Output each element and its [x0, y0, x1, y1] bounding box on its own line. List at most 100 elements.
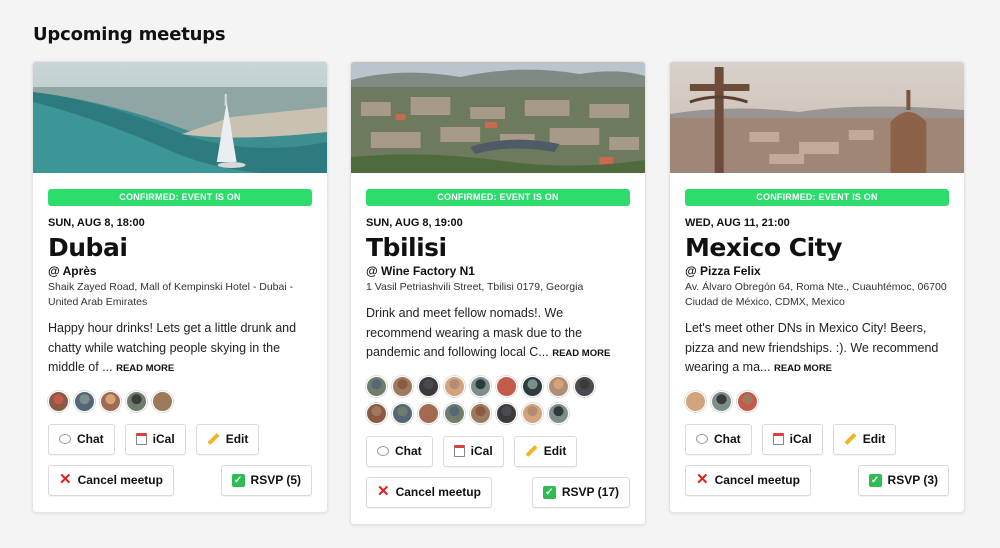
attendee-avatar[interactable]	[574, 375, 595, 397]
read-more-link[interactable]: READ MORE	[552, 348, 610, 359]
chat-button[interactable]: Chat	[366, 435, 433, 467]
venue-address: Shaik Zayed Road, Mall of Kempinski Hote…	[48, 281, 294, 308]
edit-label: Edit	[543, 444, 567, 458]
attendee-avatar[interactable]	[496, 375, 517, 397]
attendee-avatar[interactable]	[522, 375, 543, 397]
read-more-link[interactable]: READ MORE	[774, 363, 832, 374]
attendee-avatar[interactable]	[522, 402, 543, 424]
attendee-avatar[interactable]	[444, 402, 465, 424]
rsvp-button[interactable]: ✓ RSVP (3)	[857, 464, 949, 496]
ical-button[interactable]: iCal	[442, 435, 504, 467]
chat-label: Chat	[714, 432, 741, 446]
pencil-icon	[207, 432, 220, 446]
rsvp-button[interactable]: ✓ RSVP (17)	[531, 476, 630, 508]
rsvp-label: RSVP (5)	[250, 473, 301, 487]
attendee-avatar[interactable]	[470, 402, 491, 424]
edit-label: Edit	[862, 432, 886, 446]
city-name: Mexico City	[685, 233, 842, 262]
calendar-icon	[772, 433, 784, 445]
meetup-card-tbilisi: CONFIRMED: EVENT IS ON SUN, AUG 8, 19:00…	[350, 61, 646, 525]
pencil-icon	[525, 444, 538, 458]
page-title: Upcoming meetups	[33, 24, 226, 45]
cancel-label: Cancel meetup	[77, 473, 163, 487]
attendee-avatar[interactable]	[548, 375, 569, 397]
rsvp-label: RSVP (17)	[561, 485, 619, 499]
venue-address: 1 Vasil Petriashvili Street, Tbilisi 017…	[366, 281, 584, 293]
ical-label: iCal	[789, 432, 812, 446]
attendee-avatar[interactable]	[496, 402, 517, 424]
event-date: WED, AUG 11, 21:00	[685, 217, 790, 229]
attendee-avatar[interactable]	[711, 390, 732, 412]
city-name: Tbilisi	[366, 233, 447, 262]
attendee-avatar[interactable]	[366, 402, 387, 424]
status-badge: CONFIRMED: EVENT IS ON	[366, 189, 630, 206]
event-description: Drink and meet fellow nomads!. We recomm…	[366, 304, 630, 364]
cancel-label: Cancel meetup	[714, 473, 800, 487]
cancel-label: Cancel meetup	[395, 485, 481, 499]
city-name: Dubai	[48, 233, 128, 262]
attendee-avatar[interactable]	[74, 390, 95, 412]
attendee-avatar[interactable]	[366, 375, 387, 397]
chat-label: Chat	[395, 444, 422, 458]
ical-button[interactable]: iCal	[761, 423, 823, 455]
attendee-avatar[interactable]	[100, 390, 121, 412]
rsvp-button[interactable]: ✓ RSVP (5)	[220, 464, 312, 496]
chat-label: Chat	[77, 432, 104, 446]
event-date: SUN, AUG 8, 18:00	[48, 217, 145, 229]
cancel-meetup-button[interactable]: ✕ Cancel meetup	[366, 476, 492, 508]
attendee-avatar[interactable]	[548, 402, 569, 424]
attendee-avatars	[685, 390, 949, 412]
chat-button[interactable]: Chat	[685, 423, 752, 455]
edit-label: Edit	[225, 432, 249, 446]
attendee-avatar[interactable]	[152, 390, 173, 412]
event-description: Let's meet other DNs in Mexico City! Bee…	[685, 319, 949, 379]
city-photo	[670, 62, 964, 173]
attendee-avatar[interactable]	[470, 375, 491, 397]
edit-button[interactable]: Edit	[513, 435, 578, 467]
cross-icon: ✕	[59, 471, 72, 488]
chat-bubble-icon	[59, 434, 71, 444]
read-more-link[interactable]: READ MORE	[116, 363, 174, 374]
edit-button[interactable]: Edit	[195, 423, 260, 455]
status-badge: CONFIRMED: EVENT IS ON	[685, 189, 949, 206]
meetup-card-mexico-city: CONFIRMED: EVENT IS ON WED, AUG 11, 21:0…	[669, 61, 965, 513]
ical-label: iCal	[470, 444, 493, 458]
event-date: SUN, AUG 8, 19:00	[366, 217, 463, 229]
cross-icon: ✕	[377, 483, 390, 500]
cancel-meetup-button[interactable]: ✕ Cancel meetup	[48, 464, 174, 496]
attendee-avatar[interactable]	[48, 390, 69, 412]
attendee-avatar[interactable]	[418, 402, 439, 424]
checkmark-icon: ✓	[231, 473, 245, 487]
venue-name: @ Pizza Felix	[685, 264, 761, 278]
chat-button[interactable]: Chat	[48, 423, 115, 455]
cross-icon: ✕	[696, 471, 709, 488]
attendee-avatar[interactable]	[444, 375, 465, 397]
status-badge: CONFIRMED: EVENT IS ON	[48, 189, 312, 206]
calendar-icon	[135, 433, 147, 445]
pencil-icon	[844, 432, 857, 446]
attendee-avatars	[366, 375, 630, 424]
attendee-avatars	[48, 390, 312, 412]
ical-label: iCal	[152, 432, 175, 446]
chat-bubble-icon	[377, 446, 389, 456]
checkmark-icon: ✓	[542, 485, 556, 499]
venue-name: @ Après	[48, 264, 97, 278]
attendee-avatar[interactable]	[737, 390, 758, 412]
attendee-avatar[interactable]	[392, 375, 413, 397]
city-photo	[351, 62, 645, 173]
attendee-avatar[interactable]	[418, 375, 439, 397]
event-description: Happy hour drinks! Lets get a little dru…	[48, 319, 312, 379]
edit-button[interactable]: Edit	[832, 423, 897, 455]
attendee-avatar[interactable]	[685, 390, 706, 412]
ical-button[interactable]: iCal	[124, 423, 186, 455]
attendee-avatar[interactable]	[126, 390, 147, 412]
attendee-avatar[interactable]	[392, 402, 413, 424]
venue-address: Av. Álvaro Obregón 64, Roma Nte., Cuauht…	[685, 281, 947, 308]
chat-bubble-icon	[696, 434, 708, 444]
description-text: Drink and meet fellow nomads!. We recomm…	[366, 306, 583, 359]
checkmark-icon: ✓	[868, 473, 882, 487]
rsvp-label: RSVP (3)	[887, 473, 938, 487]
calendar-icon	[453, 445, 465, 457]
meetup-card-dubai: CONFIRMED: EVENT IS ON SUN, AUG 8, 18:00…	[32, 61, 328, 513]
cancel-meetup-button[interactable]: ✕ Cancel meetup	[685, 464, 811, 496]
